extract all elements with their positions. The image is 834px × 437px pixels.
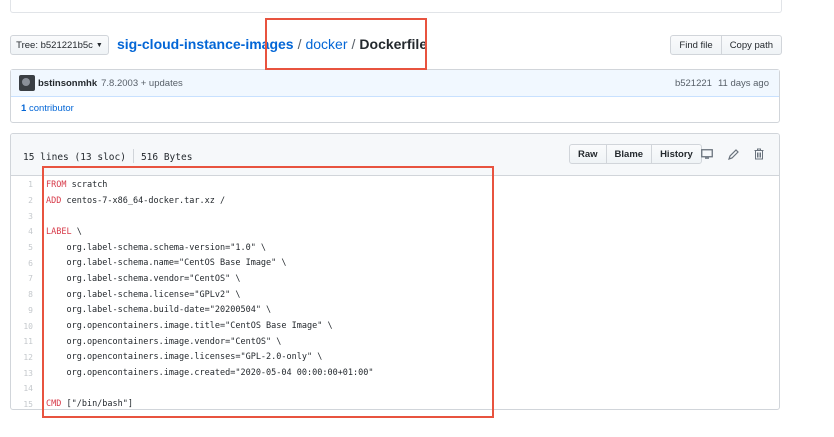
code-line: 9 org.label-schema.build-date="20200504"… xyxy=(11,303,779,319)
code-line: 12 org.opencontainers.image.licenses="GP… xyxy=(11,350,779,366)
file-viewer: 15 lines (13 sloc) 516 Bytes Raw Blame Hi… xyxy=(10,133,780,410)
code-line: 7 org.label-schema.vendor="CentOS" \ xyxy=(11,271,779,287)
history-button[interactable]: History xyxy=(651,144,702,164)
code-text: LABEL \ xyxy=(41,227,82,237)
caret-down-icon: ▼ xyxy=(95,41,103,49)
code-content: \ xyxy=(71,226,82,237)
commit-meta: b521221 11 days ago xyxy=(675,78,769,89)
line-number[interactable]: 7 xyxy=(11,274,41,283)
code-text: CMD ["/bin/bash"] xyxy=(41,399,133,409)
branch-select-label: Tree: b521221b5c xyxy=(16,39,93,51)
branch-select-button[interactable]: Tree: b521221b5c ▼ xyxy=(10,35,109,55)
code-content: org.label-schema.build-date="20200504" \ xyxy=(46,305,272,316)
line-number[interactable]: 2 xyxy=(11,196,41,205)
line-number[interactable]: 5 xyxy=(11,243,41,252)
code-text: org.label-schema.vendor="CentOS" \ xyxy=(41,274,240,284)
code-content: org.opencontainers.image.title="CentOS B… xyxy=(46,321,333,332)
line-number[interactable]: 8 xyxy=(11,290,41,299)
commit-time: 11 days ago xyxy=(717,78,769,89)
trash-icon[interactable] xyxy=(749,144,769,164)
breadcrumb-separator: / xyxy=(351,36,356,52)
line-number[interactable]: 13 xyxy=(11,369,41,378)
breadcrumb: sig-cloud-instance-images / docker / Dockerf… xyxy=(117,36,427,52)
breadcrumb-dir-link[interactable]: docker xyxy=(305,36,347,52)
line-number[interactable]: 14 xyxy=(11,384,41,393)
line-number[interactable]: 4 xyxy=(11,227,41,236)
code-line: 1 FROM scratch xyxy=(11,177,779,193)
raw-button[interactable]: Raw xyxy=(569,144,607,164)
code-content: org.opencontainers.image.licenses="GPL-2… xyxy=(46,352,323,363)
code-content: org.label-schema.schema-version="1.0" \ xyxy=(46,242,267,253)
file-info: 15 lines (13 sloc) 516 Bytes xyxy=(23,149,192,163)
breadcrumb-row: Tree: b521221b5c ▼ sig-cloud-instance-im… xyxy=(10,34,782,56)
line-number[interactable]: 6 xyxy=(11,259,41,268)
code-line: 2 ADD centos-7-x86_64-docker.tar.xz / xyxy=(11,193,779,209)
code-text: org.opencontainers.image.title="CentOS B… xyxy=(41,321,333,332)
blame-button[interactable]: Blame xyxy=(605,144,653,164)
line-number[interactable]: 10 xyxy=(11,322,41,331)
code-line: 14 xyxy=(11,381,779,397)
commit-author-link[interactable]: bstinsonmhk xyxy=(38,78,97,89)
code-content: org.opencontainers.image.created="2020-0… xyxy=(46,368,374,379)
code-keyword: FROM xyxy=(46,179,67,190)
code-content: org.label-schema.name="CentOS Base Image… xyxy=(46,258,287,269)
code-line: 11 org.opencontainers.image.vendor="Cent… xyxy=(11,334,779,350)
file-navigation-buttons: Find file Copy path xyxy=(670,35,782,55)
desktop-icon[interactable] xyxy=(697,144,717,164)
code-text: ADD centos-7-x86_64-docker.tar.xz / xyxy=(41,196,225,206)
copy-path-button[interactable]: Copy path xyxy=(720,35,782,55)
pencil-icon[interactable] xyxy=(723,144,743,164)
code-lines: 1 FROM scratch 2 ADD centos-7-x86_64-docker… xyxy=(11,176,779,409)
code-content: scratch xyxy=(66,179,108,190)
code-text: org.label-schema.license="GPLv2" \ xyxy=(41,290,240,300)
file-header: 15 lines (13 sloc) 516 Bytes Raw Blame Hi… xyxy=(11,134,779,176)
line-number[interactable]: 11 xyxy=(11,337,41,346)
code-line: 4 LABEL \ xyxy=(11,224,779,240)
breadcrumb-separator: / xyxy=(297,36,302,52)
commit-message-link[interactable]: 7.8.2003 + updates xyxy=(101,78,183,89)
code-content: org.label-schema.license="GPLv2" \ xyxy=(46,289,241,300)
line-number[interactable]: 12 xyxy=(11,353,41,362)
commit-sha-link[interactable]: b521221 xyxy=(675,78,712,89)
find-file-button[interactable]: Find file xyxy=(670,35,722,55)
code-line: 10 org.opencontainers.image.title="CentO… xyxy=(11,318,779,334)
breadcrumb-repo-link[interactable]: sig-cloud-instance-images xyxy=(117,36,294,52)
code-line: 6 org.label-schema.name="CentOS Base Ima… xyxy=(11,255,779,271)
code-text: org.label-schema.build-date="20200504" \ xyxy=(41,305,271,315)
code-keyword: LABEL xyxy=(46,226,72,237)
file-info-divider xyxy=(132,149,134,163)
code-line: 13 org.opencontainers.image.created="202… xyxy=(11,365,779,381)
file-size: 516 Bytes xyxy=(140,152,193,163)
code-text: org.label-schema.schema-version="1.0" \ xyxy=(41,243,266,253)
code-line: 15 CMD ["/bin/bash"] xyxy=(11,397,779,409)
code-line: 5 org.label-schema.schema-version="1.0" … xyxy=(11,240,779,256)
code-text: org.opencontainers.image.vendor="CentOS"… xyxy=(41,337,281,347)
code-content: org.label-schema.vendor="CentOS" \ xyxy=(46,273,241,284)
commit-tease: bstinsonmhk 7.8.2003 + updates b521221 11… xyxy=(10,69,780,123)
breadcrumb-file-name: Dockerfile xyxy=(359,36,428,52)
line-number[interactable]: 3 xyxy=(11,212,41,221)
code-line: 3 xyxy=(11,208,779,224)
contributors-label: contributor xyxy=(28,103,74,114)
contributors-link[interactable]: 1 contributor xyxy=(11,97,779,120)
code-line: 8 org.label-schema.license="GPLv2" \ xyxy=(11,287,779,303)
code-content: ["/bin/bash"] xyxy=(61,399,134,410)
code-keyword: CMD xyxy=(46,399,62,410)
code-keyword: ADD xyxy=(46,195,62,206)
file-actions: Raw Blame History xyxy=(569,144,702,164)
code-text: FROM scratch xyxy=(41,180,107,190)
line-number[interactable]: 1 xyxy=(11,180,41,189)
line-number[interactable]: 9 xyxy=(11,306,41,315)
avatar[interactable] xyxy=(19,75,35,91)
code-text: org.label-schema.name="CentOS Base Image… xyxy=(41,258,287,269)
file-lines-info: 15 lines (13 sloc) xyxy=(23,152,126,163)
contributors-count: 1 xyxy=(21,103,27,114)
code-text: org.opencontainers.image.licenses="GPL-2… xyxy=(41,352,322,362)
code-content: org.opencontainers.image.vendor="CentOS"… xyxy=(46,336,282,347)
latest-commit-bar: bstinsonmhk 7.8.2003 + updates b521221 11… xyxy=(11,70,779,97)
line-number[interactable]: 15 xyxy=(11,400,41,409)
code-text: org.opencontainers.image.created="2020-0… xyxy=(41,368,374,379)
code-content: centos-7-x86_64-docker.tar.xz / xyxy=(61,195,226,206)
previous-panel-edge xyxy=(10,0,782,13)
